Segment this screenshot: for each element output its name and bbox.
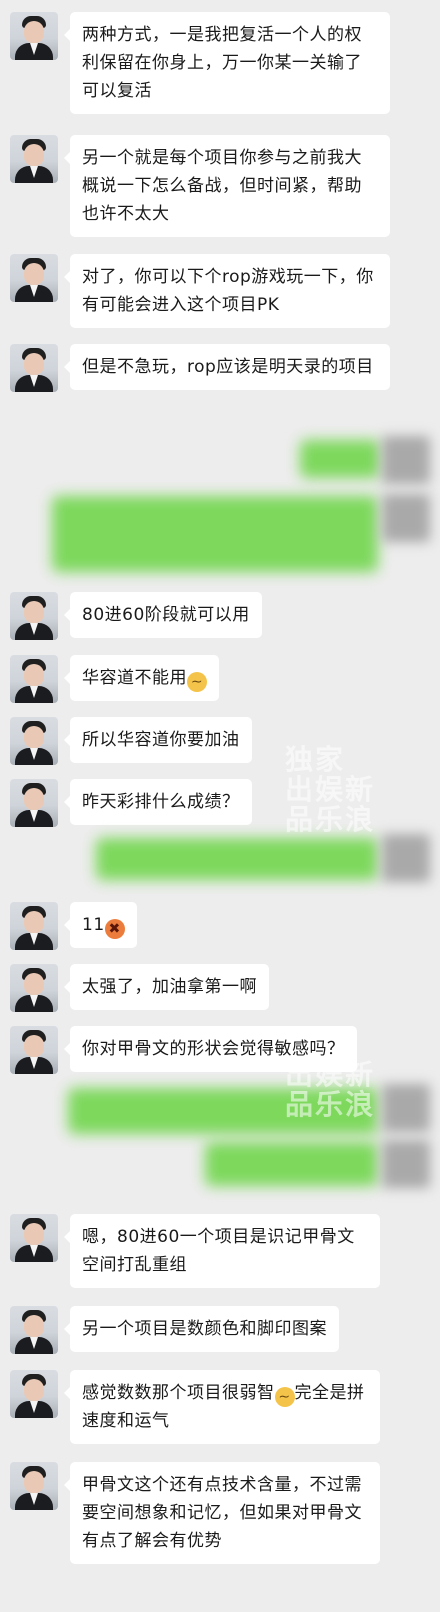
message-text: 对了，你可以下个rop游戏玩一下，你有可能会进入这个项目PK [82, 267, 374, 315]
blurred-outgoing-message [96, 838, 378, 880]
watermark-line: 出娱新 [285, 773, 376, 806]
blurred-avatar [382, 436, 430, 484]
blurred-outgoing-message [300, 440, 380, 478]
message-text: 80进60阶段就可以用 [82, 605, 250, 625]
chat-view: 两种方式，一是我把复活一个人的权利保留在你身上，万一你某一关输了可以复活 另一个… [0, 0, 440, 1612]
avatar[interactable] [10, 1370, 58, 1418]
message-bubble[interactable]: 但是不急玩，rop应该是明天录的项目 [64, 344, 390, 390]
blurred-avatar [382, 494, 430, 542]
message-text: 两种方式，一是我把复活一个人的权利保留在你身上，万一你某一关输了可以复活 [82, 25, 362, 101]
message-text: 另一个项目是数颜色和脚印图案 [82, 1319, 327, 1339]
avatar[interactable] [10, 344, 58, 392]
watermark: 独家 出娱新 品乐浪 [285, 745, 375, 835]
message-bubble[interactable]: 太强了，加油拿第一啊 [64, 964, 269, 1010]
message-text: 11 [82, 915, 105, 935]
message-bubble[interactable]: 11 ✖ [64, 902, 137, 948]
avatar[interactable] [10, 655, 58, 703]
message-bubble[interactable]: 你对甲骨文的形状会觉得敏感吗？ [64, 1026, 357, 1072]
avatar[interactable] [10, 592, 58, 640]
blurred-outgoing-message [52, 496, 378, 572]
message-text: 你对甲骨文的形状会觉得敏感吗？ [82, 1039, 345, 1059]
message-bubble[interactable]: 感觉数数那个项目很弱智 ∼ 完全是拼速度和运气 [64, 1370, 380, 1444]
avatar[interactable] [10, 135, 58, 183]
angry-emoji-icon: ✖ [104, 919, 125, 939]
message-bubble[interactable]: 另一个项目是数颜色和脚印图案 [64, 1306, 339, 1352]
avatar[interactable] [10, 254, 58, 302]
avatar[interactable] [10, 964, 58, 1012]
blurred-outgoing-message [205, 1142, 378, 1186]
message-bubble[interactable]: 两种方式，一是我把复活一个人的权利保留在你身上，万一你某一关输了可以复活 [64, 12, 390, 114]
message-text: 另一个就是每个项目你参与之前我大概说一下怎么备战，但时间紧，帮助也许不太大 [82, 148, 362, 224]
message-text: 昨天彩排什么成绩？ [82, 792, 240, 812]
message-bubble[interactable]: 华容道不能用 ∼ [64, 655, 219, 701]
message-bubble[interactable]: 嗯，80进60一个项目是识记甲骨文空间打乱重组 [64, 1214, 380, 1288]
message-text: 嗯，80进60一个项目是识记甲骨文空间打乱重组 [82, 1227, 355, 1275]
avatar[interactable] [10, 902, 58, 950]
avatar[interactable] [10, 1462, 58, 1510]
message-bubble[interactable]: 对了，你可以下个rop游戏玩一下，你有可能会进入这个项目PK [64, 254, 390, 328]
avatar[interactable] [10, 1306, 58, 1354]
message-text: 华容道不能用 [82, 668, 187, 688]
message-text: 但是不急玩，rop应该是明天录的项目 [82, 357, 374, 377]
avatar[interactable] [10, 779, 58, 827]
smirk-emoji-icon: ∼ [274, 1387, 295, 1407]
avatar[interactable] [10, 1214, 58, 1262]
watermark-line: 品乐浪 [285, 803, 376, 836]
message-text: 感觉数数那个项目很弱智 [82, 1383, 275, 1403]
message-text: 所以华容道你要加油 [82, 730, 240, 750]
message-bubble[interactable]: 80进60阶段就可以用 [64, 592, 262, 638]
avatar[interactable] [10, 12, 58, 60]
message-bubble[interactable]: 甲骨文这个还有点技术含量，不过需要空间想象和记忆，但如果对甲骨文有点了解会有优势 [64, 1462, 380, 1564]
blurred-avatar [382, 1084, 430, 1132]
blurred-avatar [382, 1140, 430, 1188]
message-text: 太强了，加油拿第一啊 [82, 977, 257, 997]
message-bubble[interactable]: 昨天彩排什么成绩？ [64, 779, 252, 825]
message-bubble[interactable]: 另一个就是每个项目你参与之前我大概说一下怎么备战，但时间紧，帮助也许不太大 [64, 135, 390, 237]
message-bubble[interactable]: 所以华容道你要加油 [64, 717, 252, 763]
blurred-outgoing-message [68, 1088, 378, 1134]
message-text: 甲骨文这个还有点技术含量，不过需要空间想象和记忆，但如果对甲骨文有点了解会有优势 [82, 1475, 362, 1551]
watermark-line: 独家 [285, 743, 346, 776]
smirk-emoji-icon: ∼ [187, 672, 207, 692]
blurred-avatar [382, 834, 430, 882]
avatar[interactable] [10, 1026, 58, 1074]
avatar[interactable] [10, 717, 58, 765]
